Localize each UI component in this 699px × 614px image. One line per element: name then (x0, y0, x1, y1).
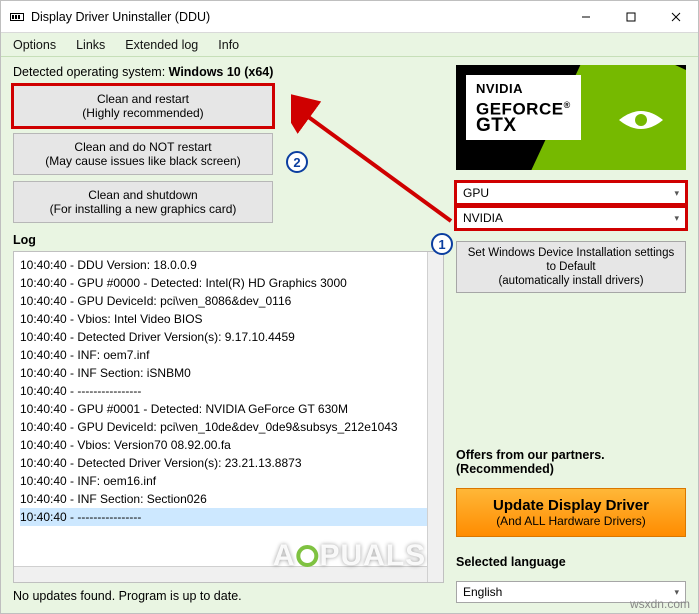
main-body: Detected operating system: Windows 10 (x… (1, 57, 698, 613)
gpu-brand-card: NVIDIA GEFORCE® GTX (456, 65, 686, 170)
log-listbox[interactable]: 10:40:40 - DDU Version: 18.0.0.910:40:40… (13, 251, 444, 583)
close-button[interactable] (653, 1, 698, 32)
minimize-button[interactable] (563, 1, 608, 32)
gtx-nvidia: NVIDIA (476, 81, 571, 97)
clean-restart-line2: (Highly recommended) (82, 106, 203, 120)
menu-options[interactable]: Options (5, 36, 64, 54)
nvidia-eye-icon (616, 105, 666, 135)
window-controls (563, 1, 698, 32)
annotation-badge-1: 1 (431, 233, 453, 255)
detected-os: Detected operating system: Windows 10 (x… (13, 65, 444, 79)
log-line[interactable]: 10:40:40 - INF Section: Section026 (20, 490, 437, 508)
log-line[interactable]: 10:40:40 - Detected Driver Version(s): 2… (20, 454, 437, 472)
detected-os-prefix: Detected operating system: (13, 65, 169, 79)
log-label: Log (13, 233, 444, 247)
clean-shutdown-button[interactable]: Clean and shutdown (For installing a new… (13, 181, 273, 223)
log-line[interactable]: 10:40:40 - INF: oem7.inf (20, 346, 437, 364)
chevron-down-icon: ▾ (674, 587, 679, 598)
device-installation-default-button[interactable]: Set Windows Device Installation settings… (456, 241, 686, 293)
menu-extended-log[interactable]: Extended log (117, 36, 206, 54)
devset-line3: (automatically install drivers) (463, 274, 679, 288)
device-type-select[interactable]: GPU ▾ (456, 182, 686, 204)
clean-shutdown-line1: Clean and shutdown (88, 188, 197, 202)
vendor-select[interactable]: NVIDIA ▾ (456, 207, 686, 229)
log-line[interactable]: 10:40:40 - GPU DeviceId: pci\ven_8086&de… (20, 292, 437, 310)
log-line[interactable]: 10:40:40 - INF Section: iSNBM0 (20, 364, 437, 382)
clean-restart-line1: Clean and restart (97, 92, 189, 106)
clean-norestart-button[interactable]: Clean and do NOT restart (May cause issu… (13, 133, 273, 175)
log-line[interactable]: 10:40:40 - Detected Driver Version(s): 9… (20, 328, 437, 346)
log-line[interactable]: 10:40:40 - DDU Version: 18.0.0.9 (20, 256, 437, 274)
device-selectors: GPU ▾ NVIDIA ▾ (456, 182, 686, 229)
chevron-down-icon: ▾ (674, 213, 679, 224)
log-line[interactable]: 10:40:40 - INF: oem16.inf (20, 472, 437, 490)
window-titlebar: Display Driver Uninstaller (DDU) (1, 1, 698, 33)
menubar: Options Links Extended log Info (1, 33, 698, 57)
update-btn-line1: Update Display Driver (463, 497, 679, 514)
menu-links[interactable]: Links (68, 36, 113, 54)
window-title: Display Driver Uninstaller (DDU) (31, 10, 563, 24)
maximize-button[interactable] (608, 1, 653, 32)
devset-line1: Set Windows Device Installation settings (463, 246, 679, 260)
watermark-circle-icon (296, 545, 318, 567)
clean-norestart-line2: (May cause issues like black screen) (45, 154, 240, 168)
chevron-down-icon: ▾ (674, 188, 679, 199)
offers-label: Offers from our partners. (Recommended) (456, 448, 686, 476)
devset-line2: to Default (463, 260, 679, 274)
log-line[interactable]: 10:40:40 - GPU DeviceId: pci\ven_10de&de… (20, 418, 437, 436)
left-column: Detected operating system: Windows 10 (x… (13, 65, 444, 603)
annotation-badge-2: 2 (286, 151, 308, 173)
log-line[interactable]: 10:40:40 - ---------------- (20, 508, 437, 526)
clean-restart-button[interactable]: Clean and restart (Highly recommended) (13, 85, 273, 127)
watermark-appuals: APUALS (273, 539, 426, 573)
log-vertical-scrollbar[interactable] (427, 252, 443, 582)
update-display-driver-button[interactable]: Update Display Driver (And ALL Hardware … (456, 488, 686, 537)
clean-shutdown-line2: (For installing a new graphics card) (50, 202, 237, 216)
log-line[interactable]: 10:40:40 - Vbios: Version70 08.92.00.fa (20, 436, 437, 454)
log-line[interactable]: 10:40:40 - GPU #0001 - Detected: NVIDIA … (20, 400, 437, 418)
menu-info[interactable]: Info (210, 36, 247, 54)
vendor-value: NVIDIA (463, 211, 503, 225)
device-type-value: GPU (463, 186, 489, 200)
clean-norestart-line1: Clean and do NOT restart (74, 140, 211, 154)
right-column: NVIDIA GEFORCE® GTX GPU ▾ NVIDIA ▾ Set W… (456, 65, 686, 603)
app-icon (9, 9, 25, 25)
status-text: No updates found. Program is up to date. (13, 583, 444, 603)
update-btn-line2: (And ALL Hardware Drivers) (463, 514, 679, 528)
log-line[interactable]: 10:40:40 - GPU #0000 - Detected: Intel(R… (20, 274, 437, 292)
language-value: English (463, 585, 502, 599)
log-line[interactable]: 10:40:40 - ---------------- (20, 382, 437, 400)
log-line[interactable]: 10:40:40 - Vbios: Intel Video BIOS (20, 310, 437, 328)
language-label: Selected language (456, 555, 686, 569)
gtx-gtx: GTX (476, 118, 571, 134)
watermark-domain: wsxdn.com (630, 597, 690, 611)
detected-os-value: Windows 10 (x64) (169, 65, 274, 79)
